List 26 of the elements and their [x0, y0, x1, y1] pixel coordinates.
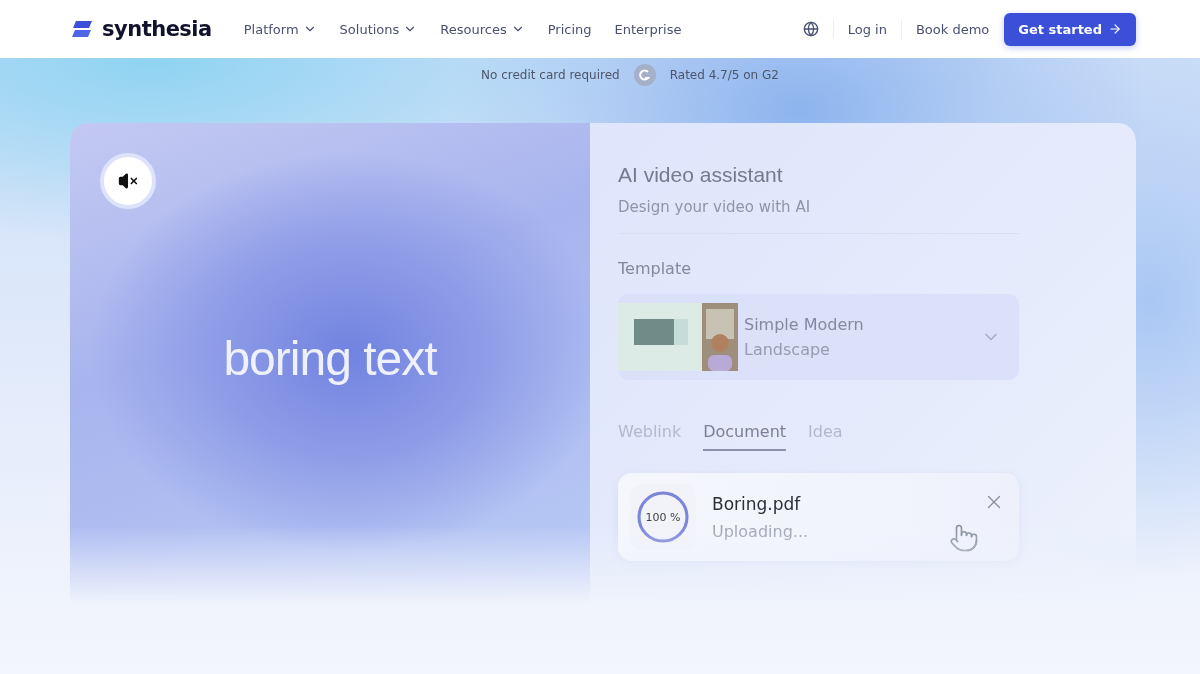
template-format: Landscape: [744, 340, 831, 359]
upload-status: Uploading...: [712, 521, 809, 541]
book-demo-link[interactable]: Book demo: [915, 21, 990, 37]
nav-link[interactable]: Platform: [243, 21, 317, 37]
hand-cursor-icon: [949, 523, 979, 553]
muted-speaker-icon: [118, 171, 138, 191]
rating-badge-icon: [633, 64, 656, 86]
panel-subtitle: Design your video with AI: [618, 198, 1019, 234]
progress-label: 100 %: [645, 510, 681, 524]
panel-title: AI video assistant: [618, 163, 784, 187]
nav-link[interactable]: Enterprise: [614, 21, 682, 37]
nav-link[interactable]: Solutions: [339, 21, 418, 37]
file-name: Boring.pdf: [712, 493, 801, 514]
trust-note: No credit card required: [481, 67, 620, 84]
logo-icon: [70, 20, 94, 38]
rating-text: Rated 4.7/5 on G2: [669, 67, 779, 84]
nav-link[interactable]: Resources: [440, 21, 525, 37]
video-caption: boring text: [223, 330, 437, 386]
template-label: Template: [618, 259, 692, 278]
nav-link[interactable]: Pricing: [547, 21, 592, 37]
brand-name: synthesia: [102, 17, 212, 41]
language-button[interactable]: [802, 21, 819, 37]
login-link[interactable]: Log in: [847, 21, 887, 37]
template-name: Simple Modern: [744, 315, 865, 334]
get-started-button[interactable]: Get started: [1004, 12, 1136, 46]
mute-button[interactable]: [100, 153, 156, 209]
